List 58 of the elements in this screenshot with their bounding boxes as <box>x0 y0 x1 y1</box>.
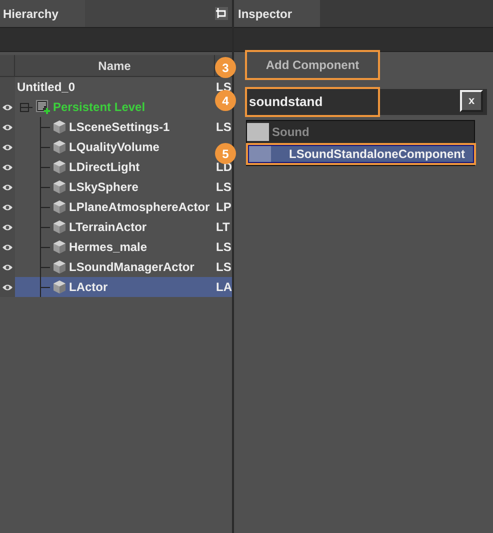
eye-icon[interactable] <box>2 284 13 290</box>
cube-icon <box>53 200 66 214</box>
table-cell-text: LA <box>216 279 232 296</box>
row-label: LTerrainActor <box>69 219 147 236</box>
visibility-cell[interactable] <box>0 77 15 97</box>
eye-icon[interactable] <box>2 204 13 210</box>
table-cell-text: LS <box>216 179 232 196</box>
tree-row[interactable]: Hermes_male <box>15 237 215 257</box>
eye-icon[interactable] <box>2 224 13 230</box>
eye-icon[interactable] <box>2 184 13 190</box>
dock-icon[interactable] <box>215 7 228 20</box>
tree-row[interactable]: LSceneSettings-1 <box>15 117 215 137</box>
table-cell-text: LS <box>216 239 232 256</box>
clear-button[interactable]: x <box>460 90 483 112</box>
cube-icon <box>53 140 66 154</box>
row-label: LActor <box>69 279 108 296</box>
cube-icon <box>53 120 66 134</box>
row-label: Untitled_0 <box>17 79 76 96</box>
tree-row[interactable]: Persistent Level <box>15 97 215 117</box>
tree-row[interactable]: LTerrainActor <box>15 217 215 237</box>
row-label: LSceneSettings-1 <box>69 119 170 136</box>
table-cell-text: LT <box>216 219 230 236</box>
layers-icon <box>36 100 50 114</box>
row-label: LSoundManagerActor <box>69 259 194 276</box>
tree-row[interactable]: LPlaneAtmosphereActor <box>15 197 215 217</box>
search-field[interactable]: soundstand <box>245 87 380 117</box>
table-cell-text: LS <box>216 259 232 276</box>
cube-icon <box>53 240 66 254</box>
eye-icon[interactable] <box>2 244 13 250</box>
cube-icon <box>53 220 66 234</box>
cube-icon <box>53 180 66 194</box>
row-label: LQualityVolume <box>69 139 160 156</box>
table-cell-text: LP <box>216 199 232 216</box>
row-label: LPlaneAtmosphereActor <box>69 199 210 216</box>
tree-row[interactable]: LDirectLight <box>15 157 215 177</box>
tree-row[interactable]: LSoundManagerActor <box>15 257 215 277</box>
row-label: Hermes_male <box>69 239 148 256</box>
visibility-cell[interactable] <box>0 277 15 297</box>
result-item[interactable]: Sound <box>246 121 476 143</box>
tree-row[interactable]: LActor <box>15 277 215 297</box>
eye-icon[interactable] <box>2 144 13 150</box>
row-label: LSkySphere <box>69 179 138 196</box>
table-cell-text: LS <box>216 119 232 136</box>
row-label: Persistent Level <box>53 99 146 116</box>
cube-icon <box>53 280 66 294</box>
eye-icon[interactable] <box>2 164 13 170</box>
cube-icon <box>53 260 66 274</box>
column-header[interactable]: Name <box>98 56 131 74</box>
eye-icon[interactable] <box>2 124 13 130</box>
cube-icon <box>53 160 66 174</box>
eye-icon[interactable] <box>2 264 13 270</box>
tree-row[interactable]: LQualityVolume <box>15 137 215 157</box>
row-label: LDirectLight <box>69 159 140 176</box>
result-item[interactable]: LSoundStandaloneComponent <box>246 143 476 165</box>
eye-icon[interactable] <box>2 104 13 110</box>
add-component-button[interactable]: Add Component <box>245 50 380 80</box>
tree-row[interactable]: LSkySphere <box>15 177 215 197</box>
tree-row[interactable]: Untitled_0 <box>15 77 215 97</box>
